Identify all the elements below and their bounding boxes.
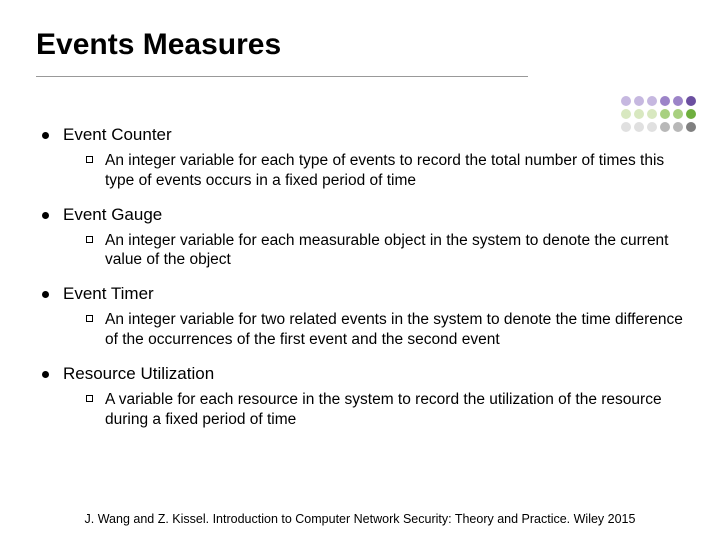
item-detail: An integer variable for each type of eve… xyxy=(105,151,684,191)
item-detail: An integer variable for each measurable … xyxy=(105,231,684,271)
item-heading-row: Event Gauge xyxy=(42,205,684,225)
dot-icon xyxy=(621,122,631,132)
dot-icon xyxy=(660,96,670,106)
dot-icon xyxy=(660,109,670,119)
bullet-icon xyxy=(42,291,49,298)
dot-icon xyxy=(647,96,657,106)
dot-icon xyxy=(660,122,670,132)
dot-icon xyxy=(621,109,631,119)
dot-icon xyxy=(686,109,696,119)
item-heading: Resource Utilization xyxy=(63,364,214,384)
dot-icon xyxy=(634,109,644,119)
item-detail-row: A variable for each resource in the syst… xyxy=(86,390,684,430)
sub-bullet-icon xyxy=(86,315,93,322)
list-item: Event Gauge An integer variable for each… xyxy=(36,205,684,271)
item-detail: A variable for each resource in the syst… xyxy=(105,390,684,430)
slide-container: Events Measures Event Counter An integer… xyxy=(0,0,720,430)
dot-icon xyxy=(686,122,696,132)
dot-icon xyxy=(634,96,644,106)
dot-icon xyxy=(673,122,683,132)
sub-bullet-icon xyxy=(86,395,93,402)
footer-citation: J. Wang and Z. Kissel. Introduction to C… xyxy=(0,512,720,526)
item-detail-row: An integer variable for each measurable … xyxy=(86,231,684,271)
dot-icon xyxy=(647,109,657,119)
dot-icon xyxy=(647,122,657,132)
sub-bullet-icon xyxy=(86,236,93,243)
dot-icon xyxy=(634,122,644,132)
item-heading-row: Event Timer xyxy=(42,284,684,304)
item-heading-row: Resource Utilization xyxy=(42,364,684,384)
item-detail-row: An integer variable for each type of eve… xyxy=(86,151,684,191)
item-detail: An integer variable for two related even… xyxy=(105,310,684,350)
item-heading: Event Gauge xyxy=(63,205,162,225)
item-heading: Event Counter xyxy=(63,125,172,145)
list-item: Event Timer An integer variable for two … xyxy=(36,284,684,350)
bullet-icon xyxy=(42,371,49,378)
bullet-icon xyxy=(42,212,49,219)
dot-icon xyxy=(621,96,631,106)
title-divider xyxy=(36,76,528,77)
item-detail-row: An integer variable for two related even… xyxy=(86,310,684,350)
page-title: Events Measures xyxy=(36,28,684,62)
list-item: Resource Utilization A variable for each… xyxy=(36,364,684,430)
decorative-dots xyxy=(621,96,696,132)
item-heading-row: Event Counter xyxy=(42,125,684,145)
sub-bullet-icon xyxy=(86,156,93,163)
item-heading: Event Timer xyxy=(63,284,154,304)
dot-icon xyxy=(686,96,696,106)
dot-icon xyxy=(673,109,683,119)
dot-icon xyxy=(673,96,683,106)
bullet-icon xyxy=(42,132,49,139)
list-item: Event Counter An integer variable for ea… xyxy=(36,125,684,191)
content-area: Event Counter An integer variable for ea… xyxy=(36,125,684,430)
